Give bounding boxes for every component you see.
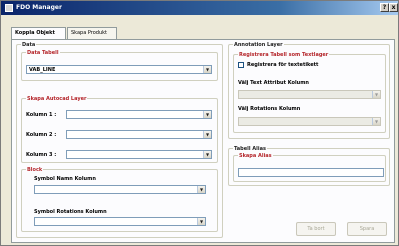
app-icon [5, 4, 13, 12]
alias-input[interactable] [238, 168, 384, 177]
data-tabell-value: VAB_LINE [29, 67, 56, 73]
tab-skapa-produkt[interactable]: Skapa Produkt [67, 27, 117, 39]
registrera-checkbox[interactable] [238, 62, 244, 68]
registrera-title: Registrera Tabell som Textlager [238, 52, 330, 58]
chevron-down-icon[interactable]: ▼ [203, 151, 211, 158]
tab-panel: Data Data Tabell VAB_LINE ▼ Skapa Autoca… [11, 39, 395, 243]
title-bar: FDO Manager ? x [1, 1, 398, 15]
skapa-alias-group: Skapa Alias [233, 153, 386, 182]
chevron-down-icon[interactable]: ▼ [372, 118, 380, 125]
skapa-autocad-layer-group: Skapa Autocad Layer Kolumn 1 : ▼ Kolumn … [21, 96, 218, 163]
text-attribut-select[interactable]: ▼ [238, 90, 381, 99]
symbol-rotation-label: Symbol Rotations Kolumn [34, 209, 107, 215]
skapa-alias-title: Skapa Alias [238, 153, 273, 159]
data-tabell-title: Data Tabell [26, 50, 60, 56]
kolumn-3-label: Kolumn 3 : [26, 152, 57, 158]
skapa-autocad-layer-title: Skapa Autocad Layer [26, 96, 88, 102]
window-title: FDO Manager [16, 4, 62, 11]
chevron-down-icon[interactable]: ▼ [203, 66, 211, 73]
chevron-down-icon[interactable]: ▼ [197, 218, 205, 225]
tabell-alias-group: Tabell Alias Skapa Alias [228, 146, 390, 186]
kolumn-2-select[interactable]: ▼ [66, 130, 212, 139]
rotations-kolumn-select[interactable]: ▼ [238, 117, 381, 126]
registrera-checkbox-label: Registrera för textetikett [247, 62, 319, 68]
chevron-down-icon[interactable]: ▼ [203, 131, 211, 138]
fdo-manager-window: FDO Manager ? x Koppla Objekt Skapa Prod… [0, 0, 399, 246]
annotation-layer-group: Annotation Layer Registrera Tabell som T… [228, 42, 390, 139]
data-tabell-group: Data Tabell VAB_LINE ▼ [21, 50, 218, 81]
kolumn-1-label: Kolumn 1 : [26, 112, 57, 118]
chevron-down-icon[interactable]: ▼ [372, 91, 380, 98]
chevron-down-icon[interactable]: ▼ [203, 111, 211, 118]
tabort-button[interactable]: Ta bort [296, 222, 336, 236]
annotation-layer-title: Annotation Layer [233, 42, 284, 48]
registrera-group: Registrera Tabell som Textlager Registre… [233, 52, 386, 133]
block-group: Block Symbol Namn Kolumn ▼ Symbol Rotati… [21, 167, 218, 232]
data-group: Data Data Tabell VAB_LINE ▼ Skapa Autoca… [16, 42, 223, 238]
rotations-kolumn-label: Välj Rotations Kolumn [238, 106, 301, 112]
symbol-namn-select[interactable]: ▼ [34, 185, 206, 194]
spara-button[interactable]: Spara [347, 222, 387, 236]
data-group-title: Data [21, 42, 37, 48]
symbol-namn-label: Symbol Namn Kolumn [34, 176, 96, 182]
data-tabell-select[interactable]: VAB_LINE ▼ [26, 65, 212, 74]
kolumn-3-select[interactable]: ▼ [66, 150, 212, 159]
kolumn-2-label: Kolumn 2 : [26, 132, 57, 138]
text-attribut-label: Välj Text Attribut Kolumn [238, 80, 309, 86]
chevron-down-icon[interactable]: ▼ [197, 186, 205, 193]
kolumn-1-select[interactable]: ▼ [66, 110, 212, 119]
help-button[interactable]: ? [380, 3, 389, 12]
close-button[interactable]: x [389, 3, 398, 12]
tabell-alias-title: Tabell Alias [233, 146, 267, 152]
symbol-rotation-select[interactable]: ▼ [34, 217, 206, 226]
block-title: Block [26, 167, 44, 173]
